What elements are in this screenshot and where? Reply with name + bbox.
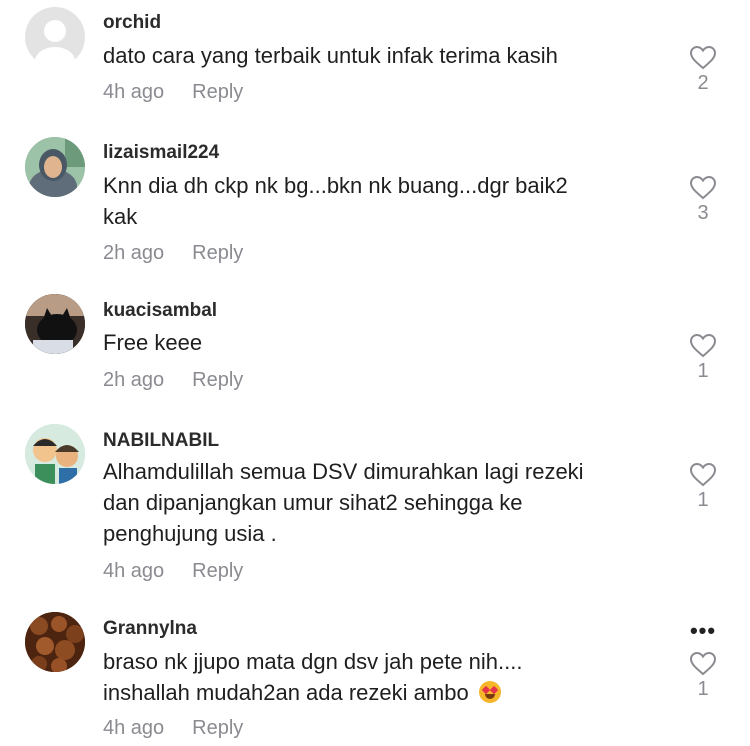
- heart-outline-icon: [689, 175, 717, 200]
- avatar-user-photo[interactable]: [25, 612, 85, 672]
- comment-text: Free keee: [103, 327, 663, 358]
- comment-time: 2h ago: [103, 242, 165, 264]
- like-button[interactable]: 3: [686, 175, 720, 225]
- heart-outline-icon: [689, 651, 717, 676]
- comment-meta: 4h ago Reply: [103, 560, 243, 583]
- comment-text-line: Free keee: [103, 330, 203, 355]
- like-button[interactable]: 1: [686, 651, 720, 701]
- comment-meta: 4h ago Reply: [103, 81, 243, 104]
- comment-meta: 2h ago Reply: [103, 242, 243, 265]
- comment-time: 4h ago: [103, 81, 165, 103]
- comment-text-line-content: inshallah mudah2an ada rezeki ambo: [103, 680, 469, 705]
- like-count: 1: [697, 489, 709, 511]
- comment-text: dato cara yang terbaik untuk infak terim…: [103, 40, 663, 71]
- woman-hijab-photo-icon: [25, 137, 85, 197]
- like-count: 1: [697, 360, 709, 382]
- comment-username[interactable]: kuacisambal: [103, 300, 217, 322]
- default-avatar-icon: [35, 20, 75, 67]
- comment-meta: 4h ago Reply: [103, 717, 243, 740]
- like-button[interactable]: 1: [686, 462, 720, 512]
- reply-button[interactable]: Reply: [192, 717, 243, 739]
- reply-button[interactable]: Reply: [192, 81, 243, 103]
- comment-text-line: inshallah mudah2an ada rezeki ambo: [103, 677, 663, 708]
- comment-username[interactable]: Grannylna: [103, 618, 197, 640]
- like-count: 3: [697, 202, 709, 224]
- heart-outline-icon: [689, 45, 717, 70]
- comment-text: Alhamdulillah semua DSV dimurahkan lagi …: [103, 456, 663, 549]
- more-options-button[interactable]: •••: [686, 620, 720, 642]
- like-button[interactable]: 2: [686, 45, 720, 95]
- comment-time: 4h ago: [103, 717, 165, 739]
- comment-time: 2h ago: [103, 369, 165, 391]
- comment-username[interactable]: NABILNABIL: [103, 430, 219, 452]
- comment-text: braso nk jjupo mata dgn dsv jah pete nih…: [103, 646, 663, 708]
- comment-text-line: penghujung usia .: [103, 521, 277, 546]
- reply-button[interactable]: Reply: [192, 369, 243, 391]
- reply-button[interactable]: Reply: [192, 560, 243, 582]
- comment-text-line: Knn dia dh ckp nk bg...bkn nk buang...dg…: [103, 173, 568, 198]
- comment-text-line: dato cara yang terbaik untuk infak terim…: [103, 43, 558, 68]
- comment-text-line: braso nk jjupo mata dgn dsv jah pete nih…: [103, 649, 523, 674]
- cat-photo-icon: [25, 294, 85, 354]
- cartoon-kids-icon: [25, 424, 85, 484]
- heart-outline-icon: [689, 462, 717, 487]
- like-button[interactable]: 1: [686, 333, 720, 383]
- avatar-user-photo[interactable]: [25, 424, 85, 484]
- avatar-default[interactable]: [25, 7, 85, 67]
- heart-eyes-emoji-icon: [478, 681, 501, 703]
- like-count: 1: [697, 678, 709, 700]
- comment-text-line: Alhamdulillah semua DSV dimurahkan lagi …: [103, 459, 584, 484]
- heart-outline-icon: [689, 333, 717, 358]
- food-photo-icon: [25, 612, 85, 672]
- comment-text-line: dan dipanjangkan umur sihat2 sehingga ke: [103, 490, 523, 515]
- avatar-user-photo[interactable]: [25, 137, 85, 197]
- like-count: 2: [697, 72, 709, 94]
- comment-meta: 2h ago Reply: [103, 369, 243, 392]
- comment-text: Knn dia dh ckp nk bg...bkn nk buang...dg…: [103, 170, 663, 232]
- comment-username[interactable]: lizaismail224: [103, 142, 219, 164]
- avatar-user-photo[interactable]: [25, 294, 85, 354]
- comment-username[interactable]: orchid: [103, 12, 161, 34]
- comment-time: 4h ago: [103, 560, 165, 582]
- comment-text-line: kak: [103, 204, 138, 229]
- reply-button[interactable]: Reply: [192, 242, 243, 264]
